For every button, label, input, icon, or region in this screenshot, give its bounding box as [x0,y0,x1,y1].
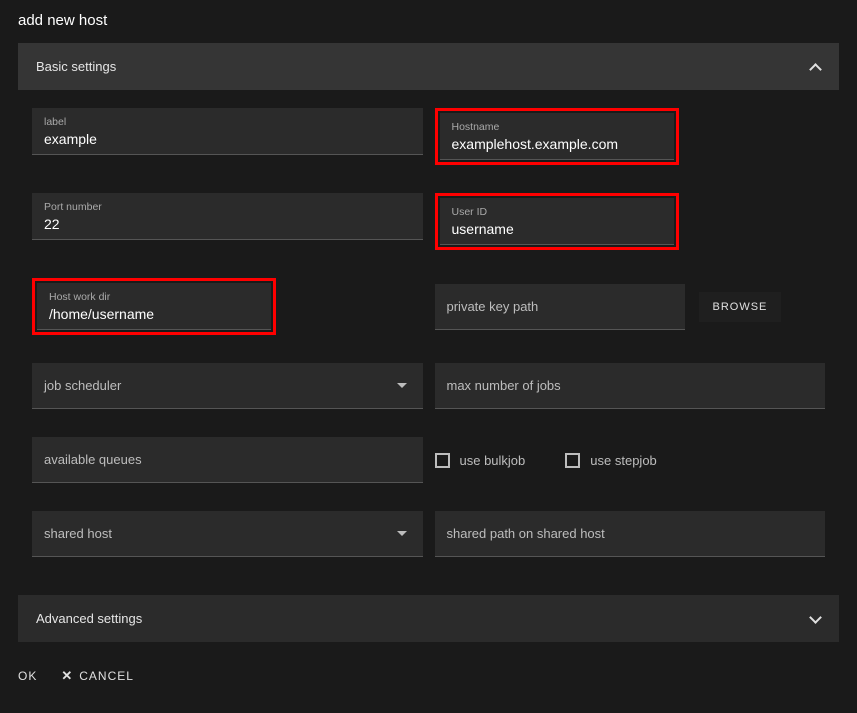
workdir-field-label: Host work dir [49,291,259,303]
label-input[interactable] [44,130,411,148]
pkey-field[interactable]: private key path [435,284,685,330]
stepjob-checkbox[interactable]: use stepjob [565,453,657,468]
pkey-label: private key path [447,299,539,314]
userid-field-label: User ID [452,206,662,218]
dialog-footer: OK ✕ CANCEL [0,656,857,696]
cancel-button[interactable]: ✕ CANCEL [61,668,134,684]
close-icon: ✕ [61,668,73,684]
basic-settings-body: label Hostname Port number [18,90,839,581]
basic-settings-title: Basic settings [36,59,116,74]
chevron-down-icon [809,613,821,625]
label-field-label: label [44,116,411,128]
scheduler-label: job scheduler [44,378,121,393]
maxjobs-field[interactable]: max number of jobs [435,363,826,409]
dropdown-icon [397,531,407,536]
hostname-highlight: Hostname [435,108,679,165]
advanced-settings-title: Advanced settings [36,611,142,626]
advanced-settings-panel: Advanced settings [18,595,839,642]
hostname-field[interactable]: Hostname [440,113,674,160]
sharedpath-label: shared path on shared host [447,526,605,541]
page-title: add new host [0,12,857,43]
job-options: use bulkjob use stepjob [435,437,826,483]
queues-field[interactable]: available queues [32,437,423,483]
sharedhost-select[interactable]: shared host [32,511,423,557]
chevron-up-icon [809,61,821,73]
ok-button[interactable]: OK [18,669,37,683]
port-field-label: Port number [44,201,411,213]
scheduler-select[interactable]: job scheduler [32,363,423,409]
bulkjob-label: use bulkjob [460,453,526,468]
basic-settings-panel: Basic settings label Hostname [18,43,839,581]
hostname-field-label: Hostname [452,121,662,133]
checkbox-icon [565,453,580,468]
label-field[interactable]: label [32,108,423,155]
port-field[interactable]: Port number [32,193,423,240]
basic-settings-header[interactable]: Basic settings [18,43,839,90]
advanced-settings-header[interactable]: Advanced settings [18,595,839,642]
cancel-label: CANCEL [79,669,134,683]
browse-button[interactable]: BROWSE [699,292,782,322]
port-input[interactable] [44,215,411,233]
userid-highlight: User ID [435,193,679,250]
checkbox-icon [435,453,450,468]
sharedhost-label: shared host [44,526,112,541]
hostname-input[interactable] [452,135,662,153]
bulkjob-checkbox[interactable]: use bulkjob [435,453,526,468]
ok-label: OK [18,669,37,683]
workdir-field[interactable]: Host work dir [37,283,271,330]
sharedpath-field[interactable]: shared path on shared host [435,511,826,557]
queues-label: available queues [44,452,142,467]
workdir-input[interactable] [49,305,259,323]
userid-field[interactable]: User ID [440,198,674,245]
workdir-highlight: Host work dir [32,278,276,335]
dropdown-icon [397,383,407,388]
userid-input[interactable] [452,220,662,238]
maxjobs-label: max number of jobs [447,378,561,393]
stepjob-label: use stepjob [590,453,657,468]
